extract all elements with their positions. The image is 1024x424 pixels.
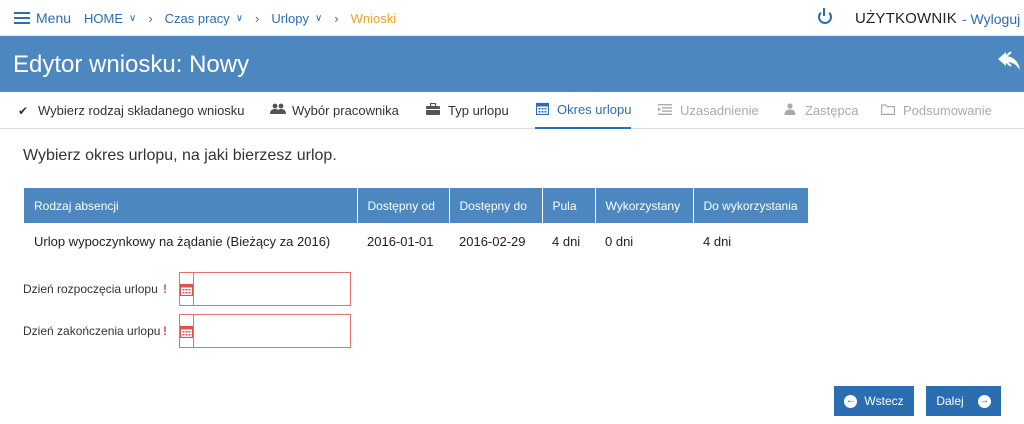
arrow-right-icon: → [977,394,991,408]
start-date-box [179,272,382,306]
chevron-down-icon: ∨ [129,13,137,24]
folder-icon [881,103,895,118]
instruction-text: Wybierz okres urlopu, na jaki bierzesz u… [23,147,337,164]
table-cell: 2016-02-29 [459,233,526,249]
column-header: Dostępny do [449,188,543,223]
breadcrumb-home-label: HOME [84,11,123,26]
table-header-row: Rodzaj absencji Dostępny od Dostępny do … [24,188,808,223]
tab-label: Typ urlopu [448,103,509,118]
calendar-icon [535,102,549,118]
tab-label: Wybierz rodzaj składanego wniosku [38,103,245,118]
breadcrumb-urlopy[interactable]: Urlopy ∨ › [271,11,350,26]
end-date-label: Dzień zakończenia urlopu [23,324,161,338]
table-cell: Urlop wypoczynkowy na żądanie (Bieżący z… [34,233,331,249]
start-date-input[interactable] [194,273,382,305]
chevron-right-icon: › [255,11,260,26]
breadcrumb-home[interactable]: HOME ∨ › [84,11,165,26]
menu-label: Menu [36,10,72,26]
tab-rodzaj-wniosku[interactable]: ✔ Wybierz rodzaj składanego wniosku [16,92,245,129]
tab-uzasadnienie: Uzasadnienie [658,92,759,129]
back-button[interactable]: ← Wstecz [834,386,914,416]
arrow-left-icon: ← [844,394,858,408]
tab-okres-urlopu[interactable]: Okres urlopu [535,92,632,129]
next-button[interactable]: Dalej → [926,386,1001,416]
start-date-field: Dzień rozpoczęcia urlopu ! [23,272,382,306]
breadcrumb-czas-pracy[interactable]: Czas pracy ∨ › [165,11,272,26]
breadcrumb-czas-pracy-label: Czas pracy [164,11,230,26]
table-cell: 4 dni [703,233,732,249]
table-cell: 0 dni [605,233,634,249]
reply-back-icon[interactable] [996,50,1022,72]
tab-label: Okres urlopu [557,102,632,117]
column-header: Rodzaj absencji [24,188,358,223]
wizard-steps: ✔ Wybierz rodzaj składanego wniosku Wybó… [0,92,1024,129]
chevron-right-icon: › [334,11,339,26]
hamburger-icon [14,12,30,24]
table-cell: 2016-01-01 [367,233,434,249]
end-date-box [179,314,382,348]
back-button-label: Wstecz [864,394,904,408]
breadcrumb-wnioski-label: Wnioski [350,11,397,26]
tab-zastepca: Zastępca [783,92,858,129]
table-row[interactable]: Urlop wypoczynkowy na żądanie (Bieżący z… [24,223,808,259]
table-cell: 4 dni [552,233,581,249]
next-button-label: Dalej [936,394,964,408]
required-mark: ! [163,282,167,296]
calendar-icon[interactable] [180,315,194,347]
breadcrumb: HOME ∨ › Czas pracy ∨ › Urlopy ∨ › Wnios… [84,11,396,26]
logout-link[interactable]: - Wyloguj [962,11,1020,27]
text-icon [658,103,672,118]
page-title: Edytor wniosku: Nowy [13,51,250,78]
tab-label: Zastępca [805,103,859,118]
page-header: Edytor wniosku: Nowy [0,36,1024,92]
start-date-label: Dzień rozpoczęcia urlopu [23,282,158,296]
required-mark: ! [163,324,167,338]
end-date-input[interactable] [194,315,382,347]
menu-button[interactable]: Menu [14,10,71,26]
tab-label: Wybór pracownika [292,103,399,118]
absence-table: Rodzaj absencji Dostępny od Dostępny do … [24,188,808,259]
end-date-field: Dzień zakończenia urlopu ! [23,314,382,348]
check-icon: ✔ [17,103,29,118]
column-header: Dostępny od [357,188,450,223]
briefcase-icon [426,102,440,118]
chevron-down-icon: ∨ [314,13,323,24]
tab-wybor-pracownika[interactable]: Wybór pracownika [270,92,399,129]
top-navigation: Menu HOME ∨ › Czas pracy ∨ › Urlopy ∨ › … [0,0,1024,36]
breadcrumb-urlopy-label: Urlopy [271,11,309,26]
calendar-icon[interactable] [180,273,194,305]
column-header: Do wykorzystania [693,188,808,223]
tab-label: Podsumowanie [903,103,992,118]
chevron-right-icon: › [148,11,153,26]
tab-label: Uzasadnienie [680,103,759,118]
chevron-down-icon: ∨ [235,13,244,24]
column-header: Wykorzystany [595,188,694,223]
breadcrumb-wnioski: Wnioski [351,11,397,26]
user-icon [783,103,797,118]
username: UŻYTKOWNIK [855,10,957,27]
users-icon [270,103,286,118]
column-header: Pula [542,188,596,223]
tab-podsumowanie: Podsumowanie [881,92,992,129]
tab-typ-urlopu[interactable]: Typ urlopu [426,92,509,129]
power-icon[interactable] [818,8,832,24]
